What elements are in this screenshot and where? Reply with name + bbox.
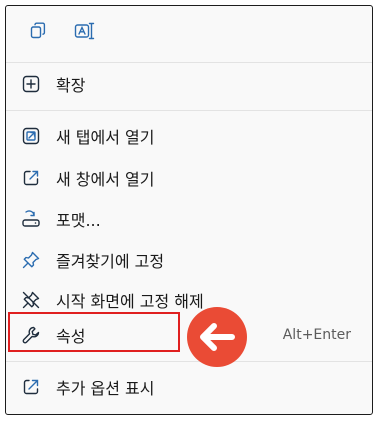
menu-item-format[interactable]: 포맷... — [6, 201, 372, 237]
more-options-icon — [20, 376, 42, 398]
menu-item-label: 새 탭에서 열기 — [56, 128, 155, 147]
pin-icon — [20, 249, 42, 271]
menu-item-label: 시작 화면에 고정 해제 — [56, 292, 204, 311]
menu-item-expand[interactable]: 확장 — [6, 66, 372, 102]
plus-square-icon — [20, 73, 42, 95]
menu-item-shortcut: Alt+Enter — [282, 327, 351, 343]
arrow-left-icon — [187, 307, 247, 367]
menu-item-label: 확장 — [56, 76, 86, 95]
context-menu-toolbar — [6, 6, 372, 62]
copy-icon — [28, 21, 48, 45]
menu-item-more-options[interactable]: 추가 옵션 표시 — [6, 369, 372, 405]
divider — [6, 361, 372, 362]
divider — [6, 110, 372, 111]
menu-item-open-new-tab[interactable]: 새 탭에서 열기 — [6, 118, 372, 154]
highlight-box — [8, 312, 180, 352]
menu-item-pin-favorites[interactable]: 즐겨찾기에 고정 — [6, 242, 372, 278]
menu-item-label: 포맷... — [56, 211, 101, 230]
menu-item-label: 새 창에서 열기 — [56, 170, 155, 189]
rename-icon — [74, 21, 96, 45]
open-new-tab-icon — [20, 125, 42, 147]
context-menu: 확장 새 탭에서 열기 새 창에서 열기 포맷... 즐겨찾기에 고정 시작 화… — [5, 5, 373, 415]
rename-button[interactable] — [70, 18, 100, 48]
copy-button[interactable] — [23, 18, 53, 48]
menu-item-label: 즐겨찾기에 고정 — [56, 252, 165, 271]
unpin-icon — [20, 289, 42, 311]
open-new-window-icon — [20, 167, 42, 189]
menu-item-label: 추가 옵션 표시 — [56, 379, 155, 398]
divider — [6, 62, 372, 63]
menu-item-open-new-window[interactable]: 새 창에서 열기 — [6, 160, 372, 196]
format-drive-icon — [20, 208, 42, 230]
